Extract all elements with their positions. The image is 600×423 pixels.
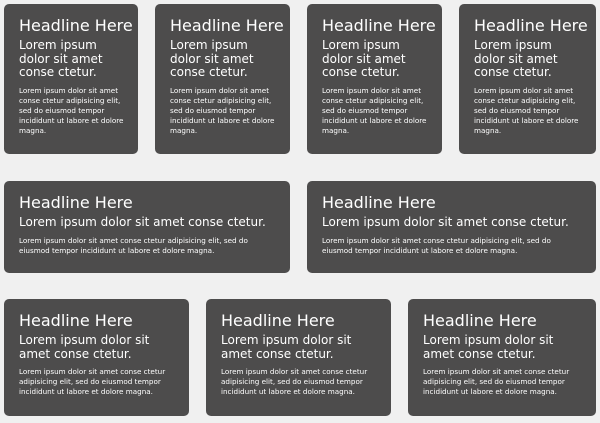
card-grid-page: { "cards": [ { "headline": "Headline Her… (0, 0, 600, 423)
card-headline: Headline Here (423, 311, 537, 330)
card-8: Headline Here Lorem ipsum dolor sit amet… (206, 299, 391, 416)
card-headline: Headline Here (170, 16, 284, 35)
card-body: Lorem ipsum dolor sit amet conse ctetur … (423, 367, 570, 396)
card-headline: Headline Here (19, 193, 133, 212)
card-headline: Headline Here (19, 16, 133, 35)
card-6: Headline Here Lorem ipsum dolor sit amet… (307, 181, 596, 273)
card-subhead: Lorem ipsum dolor sit amet conse ctetur. (474, 38, 558, 79)
card-body: Lorem ipsum dolor sit amet conse ctetur … (322, 85, 427, 135)
card-9: Headline Here Lorem ipsum dolor sit amet… (408, 299, 596, 416)
card-subhead: Lorem ipsum dolor sit amet conse ctetur. (19, 333, 150, 361)
card-2: Headline Here Lorem ipsum dolor sit amet… (155, 4, 290, 154)
card-subhead: Lorem ipsum dolor sit amet conse ctetur. (19, 215, 266, 229)
card-subhead: Lorem ipsum dolor sit amet conse ctetur. (170, 38, 254, 79)
card-4: Headline Here Lorem ipsum dolor sit amet… (459, 4, 596, 154)
card-headline: Headline Here (322, 193, 436, 212)
card-body: Lorem ipsum dolor sit amet conse ctetur … (19, 235, 248, 255)
card-body: Lorem ipsum dolor sit amet conse ctetur … (170, 85, 275, 135)
card-headline: Headline Here (19, 311, 133, 330)
card-subhead: Lorem ipsum dolor sit amet conse ctetur. (19, 38, 103, 79)
card-body: Lorem ipsum dolor sit amet conse ctetur … (19, 85, 124, 135)
card-body: Lorem ipsum dolor sit amet conse ctetur … (322, 235, 551, 255)
card-subhead: Lorem ipsum dolor sit amet conse ctetur. (423, 333, 554, 361)
card-body: Lorem ipsum dolor sit amet conse ctetur … (474, 85, 579, 135)
card-headline: Headline Here (322, 16, 436, 35)
card-subhead: Lorem ipsum dolor sit amet conse ctetur. (322, 38, 406, 79)
card-body: Lorem ipsum dolor sit amet conse ctetur … (221, 367, 368, 396)
card-subhead: Lorem ipsum dolor sit amet conse ctetur. (221, 333, 352, 361)
card-body: Lorem ipsum dolor sit amet conse ctetur … (19, 367, 166, 396)
card-headline: Headline Here (474, 16, 588, 35)
card-subhead: Lorem ipsum dolor sit amet conse ctetur. (322, 215, 569, 229)
card-3: Headline Here Lorem ipsum dolor sit amet… (307, 4, 442, 154)
card-7: Headline Here Lorem ipsum dolor sit amet… (4, 299, 189, 416)
card-5: Headline Here Lorem ipsum dolor sit amet… (4, 181, 290, 273)
card-headline: Headline Here (221, 311, 335, 330)
card-1: Headline Here Lorem ipsum dolor sit amet… (4, 4, 138, 154)
